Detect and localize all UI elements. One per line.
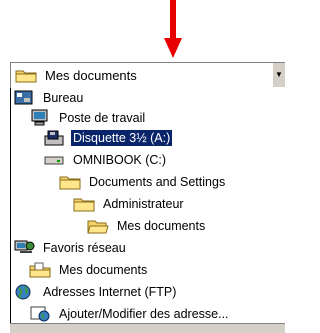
computer-icon	[31, 109, 48, 126]
list-item-label: Ajouter/Modifier des adresse...	[59, 307, 229, 321]
list-item-label: Mes documents	[117, 219, 206, 233]
location-list: Bureau Poste de travail Disquette 3½ (A:…	[10, 88, 285, 333]
open-folder-icon	[87, 220, 109, 234]
list-bottom-edge	[10, 323, 285, 333]
list-item-bureau[interactable]: Bureau	[13, 88, 85, 108]
list-item-label: Administrateur	[103, 197, 184, 211]
combo-selected-label: Mes documents	[45, 68, 137, 83]
dropdown-arrow-button[interactable]: ▼	[272, 63, 285, 87]
list-item-label: Favoris réseau	[43, 241, 126, 255]
look-in-dropdown-screenshot: Mes documents ▼ Bureau Poste de travail	[0, 0, 285, 333]
network-icon	[14, 240, 35, 253]
list-item-label: Bureau	[43, 91, 84, 105]
list-item-omnibook[interactable]: OMNIBOOK (C:)	[43, 150, 168, 170]
list-item-label: Disquette 3½ (A:)	[71, 130, 173, 146]
look-in-combo-box[interactable]: Mes documents ▼	[10, 62, 285, 88]
ftp-icon	[30, 306, 50, 322]
floppy-drive-icon	[44, 130, 64, 146]
list-item-disquette[interactable]: Disquette 3½ (A:)	[43, 128, 173, 148]
list-item-label: Mes documents	[59, 263, 148, 277]
list-item-label: Poste de travail	[59, 111, 146, 125]
red-arrow-annotation	[164, 0, 182, 58]
folder-icon	[73, 198, 95, 212]
list-item-mes-documents-admin[interactable]: Mes documents	[87, 216, 207, 236]
list-item-label: Documents and Settings	[89, 175, 226, 189]
folder-icon	[59, 176, 81, 190]
list-item-favoris-reseau[interactable]: Favoris réseau	[13, 238, 128, 258]
list-item-documents-and-settings[interactable]: Documents and Settings	[59, 172, 227, 192]
list-item-mes-documents[interactable]: Mes documents	[29, 260, 149, 280]
folder-icon	[15, 70, 37, 83]
list-item-poste-de-travail[interactable]: Poste de travail	[29, 108, 147, 128]
documents-folder-icon	[29, 262, 51, 278]
desktop-icon	[14, 90, 33, 105]
list-item-label: OMNIBOOK (C:)	[73, 153, 167, 167]
list-item-ajouter-modifier[interactable]: Ajouter/Modifier des adresse...	[29, 304, 231, 324]
hard-drive-icon	[44, 156, 64, 165]
globe-icon	[15, 284, 31, 300]
list-item-adresses-internet[interactable]: Adresses Internet (FTP)	[13, 282, 178, 302]
list-item-label: Adresses Internet (FTP)	[43, 285, 177, 299]
list-item-administrateur[interactable]: Administrateur	[73, 194, 186, 214]
